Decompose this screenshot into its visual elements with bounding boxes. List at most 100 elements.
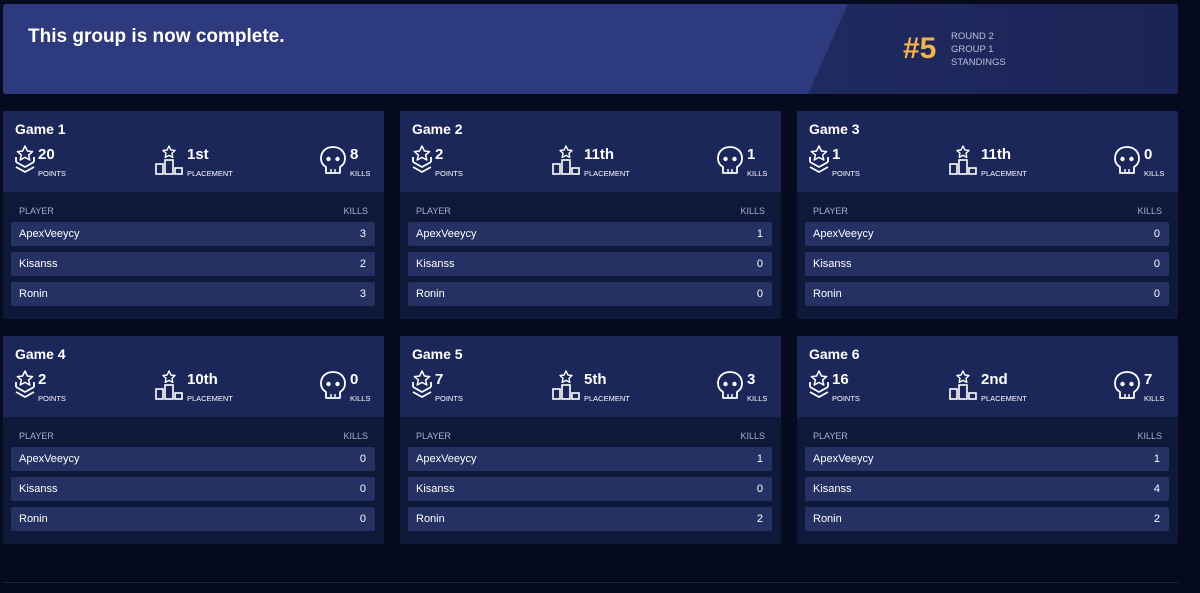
player-name: Ronin bbox=[19, 513, 48, 525]
placement-value: 5th bbox=[584, 371, 607, 388]
player-row: Kisanss 4 bbox=[805, 477, 1169, 501]
game-card-header: Game 5 7 POINTS 5th PLACEMENT 3 KILLS bbox=[400, 336, 781, 417]
player-kills: 0 bbox=[756, 258, 763, 270]
placement-value: 11th bbox=[981, 146, 1012, 163]
player-name: Kisanss bbox=[416, 258, 455, 270]
player-name: Kisanss bbox=[813, 258, 852, 270]
player-kills: 0 bbox=[1153, 228, 1160, 240]
placement-value: 1st bbox=[187, 146, 209, 163]
points-value: 7 bbox=[435, 371, 444, 388]
player-row: Ronin 0 bbox=[11, 507, 375, 531]
podium-star-icon bbox=[155, 145, 183, 175]
player-name: ApexVeeycy bbox=[19, 228, 80, 240]
player-column-header: PLAYER bbox=[19, 431, 54, 441]
kills-column-header: KILLS bbox=[740, 206, 765, 216]
points-label: POINTS bbox=[38, 169, 66, 178]
points-chevron-star-icon bbox=[15, 370, 35, 398]
banner-title: This group is now complete. bbox=[28, 26, 285, 47]
player-row: ApexVeeycy 1 bbox=[408, 447, 772, 471]
placement-label: PLACEMENT bbox=[981, 169, 1027, 178]
standings-label: STANDINGS bbox=[951, 57, 1006, 68]
podium-star-icon bbox=[949, 145, 977, 175]
points-value: 2 bbox=[38, 371, 47, 388]
player-name: ApexVeeycy bbox=[416, 453, 477, 465]
placement-label: PLACEMENT bbox=[187, 169, 233, 178]
player-kills: 0 bbox=[359, 453, 366, 465]
podium-star-icon bbox=[949, 370, 977, 400]
standing-meta: ROUND 2 GROUP 1 STANDINGS bbox=[951, 30, 1006, 69]
points-label: POINTS bbox=[832, 169, 860, 178]
kills-stat: 7 KILLS bbox=[1113, 370, 1175, 404]
player-kills: 1 bbox=[1153, 453, 1160, 465]
points-stat: 16 POINTS bbox=[808, 370, 888, 404]
kills-stat: 0 KILLS bbox=[1113, 145, 1175, 179]
skull-icon bbox=[1114, 146, 1140, 174]
divider bbox=[3, 582, 1178, 583]
player-name: Ronin bbox=[416, 288, 445, 300]
player-name: ApexVeeycy bbox=[416, 228, 477, 240]
game-card-2: Game 2 2 POINTS 1 1th PLACEMENT 1 KILLS P… bbox=[400, 111, 781, 319]
player-row: ApexVeeycy 1 bbox=[805, 447, 1169, 471]
placement-label: PLACEMENT bbox=[187, 394, 233, 403]
points-chevron-star-icon bbox=[412, 370, 432, 398]
points-value: 2 bbox=[435, 146, 444, 163]
game-title: Game 2 bbox=[412, 121, 463, 137]
kills-value: 7 bbox=[1144, 371, 1153, 388]
kills-stat: 1 KILLS bbox=[716, 145, 778, 179]
placement-stat: 11th PLACEMENT bbox=[948, 145, 1058, 179]
player-name: Ronin bbox=[19, 288, 48, 300]
player-row: Ronin 0 bbox=[805, 282, 1169, 306]
game-title: Game 6 bbox=[809, 346, 860, 362]
game-card-5: Game 5 7 POINTS 5th PLACEMENT 3 KILLS PL… bbox=[400, 336, 781, 544]
placement-label: PLACEMENT bbox=[981, 394, 1027, 403]
player-row: Kisanss 2 bbox=[11, 252, 375, 276]
game-card-header: Game 4 2 POINTS 10th PLACEMENT 0 KILLS bbox=[3, 336, 384, 417]
kills-label: KILLS bbox=[350, 394, 371, 403]
game-title: Game 3 bbox=[809, 121, 860, 137]
skull-icon bbox=[320, 146, 346, 174]
game-card-header: Game 1 20 POINTS 1st PLACEMENT 8 KILLS bbox=[3, 111, 384, 192]
player-row: Ronin 3 bbox=[11, 282, 375, 306]
kills-value: 0 bbox=[1144, 146, 1153, 163]
points-label: POINTS bbox=[435, 394, 463, 403]
placement-value: 2nd bbox=[981, 371, 1008, 388]
round-label: ROUND 2 bbox=[951, 31, 994, 42]
points-stat: 2 POINTS bbox=[411, 145, 491, 179]
player-name: ApexVeeycy bbox=[813, 228, 874, 240]
player-column-header: PLAYER bbox=[813, 206, 848, 216]
points-chevron-star-icon bbox=[15, 145, 35, 173]
kills-value: 8 bbox=[350, 146, 359, 163]
player-column-header: PLAYER bbox=[19, 206, 54, 216]
player-name: Kisanss bbox=[813, 483, 852, 495]
points-label: POINTS bbox=[435, 169, 463, 178]
player-name: Ronin bbox=[416, 513, 445, 525]
player-kills: 2 bbox=[359, 258, 366, 270]
player-column-header: PLAYER bbox=[416, 206, 451, 216]
points-stat: 20 POINTS bbox=[14, 145, 94, 179]
group-label: GROUP 1 bbox=[951, 44, 994, 55]
player-name: Ronin bbox=[813, 288, 842, 300]
player-column-header: PLAYER bbox=[813, 431, 848, 441]
kills-stat: 3 KILLS bbox=[716, 370, 778, 404]
kills-value: 3 bbox=[747, 371, 756, 388]
skull-icon bbox=[717, 146, 743, 174]
player-column-header: PLAYER bbox=[416, 431, 451, 441]
points-value: 1 bbox=[832, 146, 841, 163]
placement-stat: 11th PLACEMENT bbox=[551, 145, 661, 179]
points-label: POINTS bbox=[38, 394, 66, 403]
player-kills: 0 bbox=[756, 288, 763, 300]
standing-rank: #5 bbox=[903, 32, 937, 65]
player-kills: 1 bbox=[756, 228, 763, 240]
player-row: Ronin 2 bbox=[805, 507, 1169, 531]
points-stat: 2 POINTS bbox=[14, 370, 94, 404]
skull-icon bbox=[1114, 371, 1140, 399]
kills-column-header: KILLS bbox=[740, 431, 765, 441]
points-value: 20 bbox=[38, 146, 55, 163]
placement-stat: 1st PLACEMENT bbox=[154, 145, 264, 179]
kills-label: KILLS bbox=[350, 169, 371, 178]
player-row: ApexVeeycy 0 bbox=[11, 447, 375, 471]
player-kills: 0 bbox=[1153, 258, 1160, 270]
game-title: Game 1 bbox=[15, 121, 66, 137]
kills-value: 1 bbox=[747, 146, 756, 163]
points-stat: 1 POINTS bbox=[808, 145, 888, 179]
